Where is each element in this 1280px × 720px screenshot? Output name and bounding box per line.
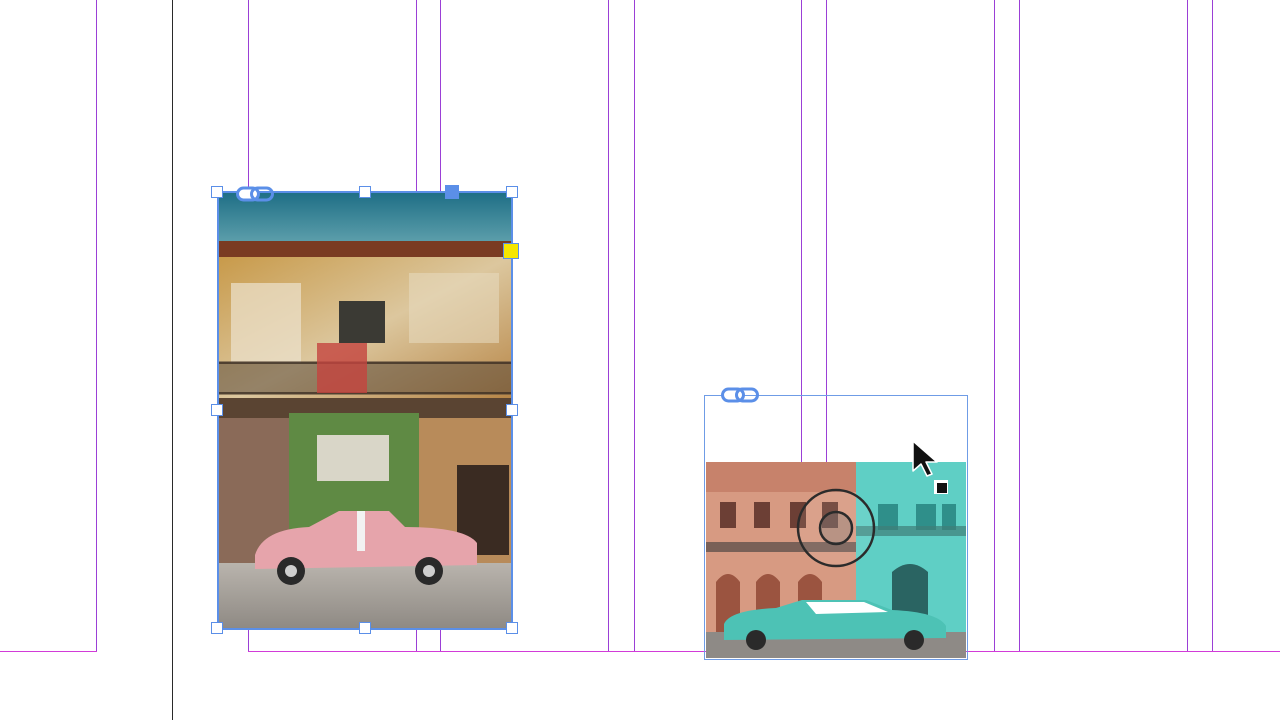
cursor-badge [934, 480, 948, 494]
in-port-handle[interactable] [445, 185, 459, 199]
column-guide [608, 0, 609, 652]
page-edge [172, 0, 173, 720]
resize-handle-top-left[interactable] [211, 186, 223, 198]
pointer-cursor-icon [912, 440, 938, 477]
column-guide [994, 0, 995, 652]
resize-handle-bottom-center[interactable] [359, 622, 371, 634]
link-icon[interactable] [721, 386, 759, 404]
resize-handle-top-center[interactable] [359, 186, 371, 198]
resize-handle-middle-left[interactable] [211, 404, 223, 416]
column-guide [634, 0, 635, 652]
resize-handle-top-right[interactable] [506, 186, 518, 198]
resize-handle-bottom-left[interactable] [211, 622, 223, 634]
corner-radius-handle[interactable] [503, 243, 519, 259]
column-guide [1019, 0, 1020, 652]
building-frame-bounds[interactable] [217, 191, 513, 630]
column-guide [96, 0, 97, 652]
column-guide [1187, 0, 1188, 652]
margin-guide [0, 651, 97, 652]
content-grabber-icon[interactable] [796, 488, 876, 568]
resize-handle-middle-right[interactable] [506, 404, 518, 416]
column-guide [1212, 0, 1213, 652]
link-icon[interactable] [236, 185, 274, 203]
resize-handle-bottom-right[interactable] [506, 622, 518, 634]
